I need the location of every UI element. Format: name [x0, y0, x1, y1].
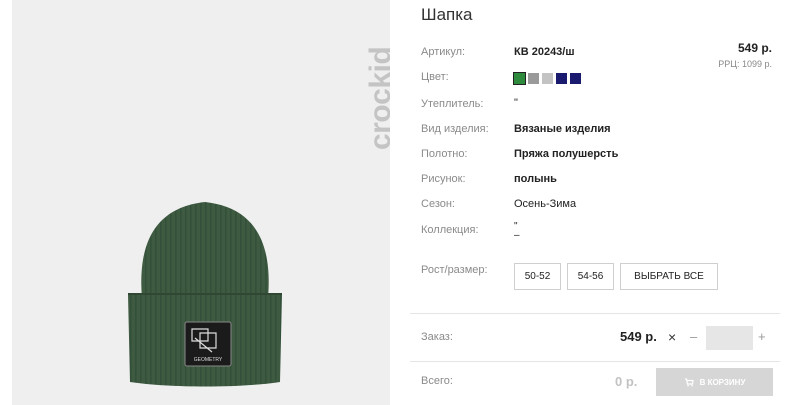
cart-icon — [684, 378, 694, 387]
color-swatch-lightgray[interactable] — [542, 73, 553, 84]
order-label: Заказ: — [421, 331, 453, 343]
order-price: 549 р. — [620, 329, 657, 344]
spec-label-collection: Коллекция: — [421, 224, 479, 236]
increment-button[interactable]: + — [758, 329, 766, 344]
size-option-50-52[interactable]: 50-52 — [514, 263, 561, 290]
spec-label-pattern: Рисунок: — [421, 173, 466, 185]
product-title: Шапка — [421, 5, 473, 24]
color-swatch-green[interactable] — [513, 72, 526, 85]
size-label: Рост/размер: — [421, 264, 488, 276]
spec-value-pattern: полынь — [514, 173, 557, 185]
product-price: 549 р. — [737, 41, 772, 55]
hat-image: GEOMETRY — [128, 202, 282, 387]
product-photo[interactable]: crockid GEOMETRY — [12, 0, 390, 405]
spec-label-color: Цвет: — [421, 71, 449, 83]
rrp-price: РРЦ: 1099 р. — [718, 59, 772, 69]
quantity-input[interactable] — [706, 326, 753, 350]
spec-label-article: Артикул: — [421, 46, 466, 58]
add-to-cart-label: В КОРЗИНУ — [699, 377, 746, 387]
divider-2 — [410, 361, 780, 362]
color-swatches — [513, 72, 581, 85]
spec-label-insulation: Утеплитель: — [421, 98, 484, 110]
total-value: 0 р. — [615, 374, 638, 389]
size-option-54-56[interactable]: 54-56 — [567, 263, 614, 290]
total-label: Всего: — [421, 375, 453, 387]
color-swatch-navy[interactable] — [556, 73, 567, 84]
brand-logo-text: crockid — [364, 46, 390, 150]
patch-text: GEOMETRY — [194, 357, 223, 363]
times-sign: × — [668, 329, 677, 345]
spec-value-insulation: " — [514, 97, 518, 109]
spec-value-fabric: Пряжа полушерсть — [514, 148, 619, 160]
select-all-sizes-button[interactable]: ВЫБРАТЬ ВСЕ — [620, 263, 718, 290]
spec-value-article: КВ 20243/ш — [514, 46, 575, 58]
spec-label-fabric: Полотно: — [421, 148, 468, 160]
divider — [410, 313, 780, 314]
brand-logo: crockid — [350, 6, 390, 156]
decrement-button[interactable]: – — [690, 329, 697, 344]
color-swatch-navy-2[interactable] — [570, 73, 581, 84]
add-to-cart-button[interactable]: В КОРЗИНУ — [656, 368, 773, 396]
spec-value-collection: " – — [514, 221, 520, 241]
spec-value-season: Осень-Зима — [514, 198, 577, 210]
spec-value-type: Вязаные изделия — [514, 123, 611, 135]
spec-label-season: Сезон: — [421, 198, 455, 210]
spec-label-type: Вид изделия: — [421, 123, 489, 135]
color-swatch-gray[interactable] — [528, 73, 539, 84]
